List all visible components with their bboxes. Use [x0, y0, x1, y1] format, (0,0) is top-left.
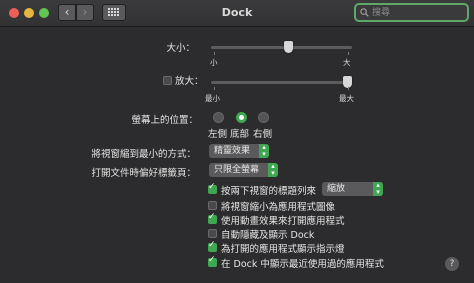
title-bar: ‹ › Dock: [0, 0, 474, 27]
preferences-window: ‹ › Dock 大小： 小 大 放大：: [0, 0, 474, 283]
back-button[interactable]: ‹: [58, 4, 76, 21]
zoom-button[interactable]: [39, 8, 49, 18]
search-field[interactable]: [354, 3, 469, 22]
popup-chevron-icon: ▴ ▾: [268, 163, 278, 177]
show-recent-apps-checkbox[interactable]: [208, 255, 217, 267]
forward-button[interactable]: ›: [76, 4, 94, 21]
checkbox-label: 使用動畫效果來打開應用程式: [221, 216, 345, 227]
size-slider-thumb[interactable]: [284, 41, 293, 53]
size-min-label: 小: [210, 58, 218, 67]
magnification-tick: [348, 87, 349, 90]
back-icon: ‹: [64, 5, 70, 19]
magnification-tick: [214, 87, 215, 90]
prefer-tabs-label: 打開文件時偏好標籤頁：: [91, 168, 196, 179]
minimize-button[interactable]: [24, 8, 34, 18]
size-tick: [348, 52, 349, 55]
search-icon: [360, 8, 369, 17]
size-tick: [214, 52, 215, 55]
size-label: 大小：: [166, 43, 195, 54]
checkbox-label: 將視窗縮小為應用程式圖像: [221, 202, 336, 213]
magnification-slider-track[interactable]: [211, 81, 352, 84]
magnification-max-label: 最大: [339, 94, 354, 103]
magnification-checkbox[interactable]: [163, 76, 172, 85]
forward-icon: ›: [82, 5, 88, 19]
magnification-label: 放大：: [175, 76, 204, 87]
position-label: 螢幕上的位置：: [131, 115, 198, 126]
size-max-label: 大: [343, 58, 351, 67]
show-all-button[interactable]: [102, 4, 126, 21]
position-left-label: 左側: [208, 129, 228, 140]
checkbox-label: 為打開的應用程式顯示指示燈: [221, 244, 345, 255]
magnification-min-label: 最小: [205, 94, 220, 103]
position-left-radio[interactable]: [213, 112, 224, 123]
double-click-popup[interactable]: 縮放 ▴ ▾: [322, 182, 383, 196]
minimize-effect-label: 將視窗縮到最小的方式：: [91, 149, 196, 160]
prefer-tabs-value: 只限全螢幕: [214, 165, 260, 175]
help-button[interactable]: ?: [445, 257, 459, 271]
popup-chevron-icon: ▴ ▾: [373, 182, 383, 196]
minimize-to-app-icon-checkbox[interactable]: [208, 201, 217, 210]
double-click-checkbox[interactable]: [208, 182, 217, 194]
position-right-label: 右側: [253, 129, 273, 140]
checkbox-label: 自動隱藏及顯示 Dock: [221, 230, 315, 241]
close-button[interactable]: [9, 8, 19, 18]
size-slider-track[interactable]: [211, 46, 352, 49]
grid-icon: [108, 8, 119, 16]
autohide-dock-checkbox[interactable]: [208, 229, 217, 238]
show-indicators-checkbox[interactable]: [208, 240, 217, 252]
position-right-radio[interactable]: [258, 112, 269, 123]
minimize-effect-popup[interactable]: 精靈效果 ▴ ▾: [209, 144, 269, 158]
position-bottom-radio[interactable]: [236, 112, 247, 123]
search-input[interactable]: [372, 5, 464, 20]
double-click-label: 按兩下視窗的標題列來: [221, 186, 317, 197]
position-bottom-label: 底部: [230, 129, 250, 140]
popup-chevron-icon: ▴ ▾: [259, 144, 269, 158]
animate-opening-checkbox[interactable]: [208, 212, 217, 224]
double-click-value: 縮放: [327, 184, 346, 194]
minimize-effect-value: 精靈效果: [214, 146, 251, 156]
prefer-tabs-popup[interactable]: 只限全螢幕 ▴ ▾: [209, 163, 278, 177]
checkbox-label: 在 Dock 中顯示最近使用過的應用程式: [221, 259, 384, 270]
